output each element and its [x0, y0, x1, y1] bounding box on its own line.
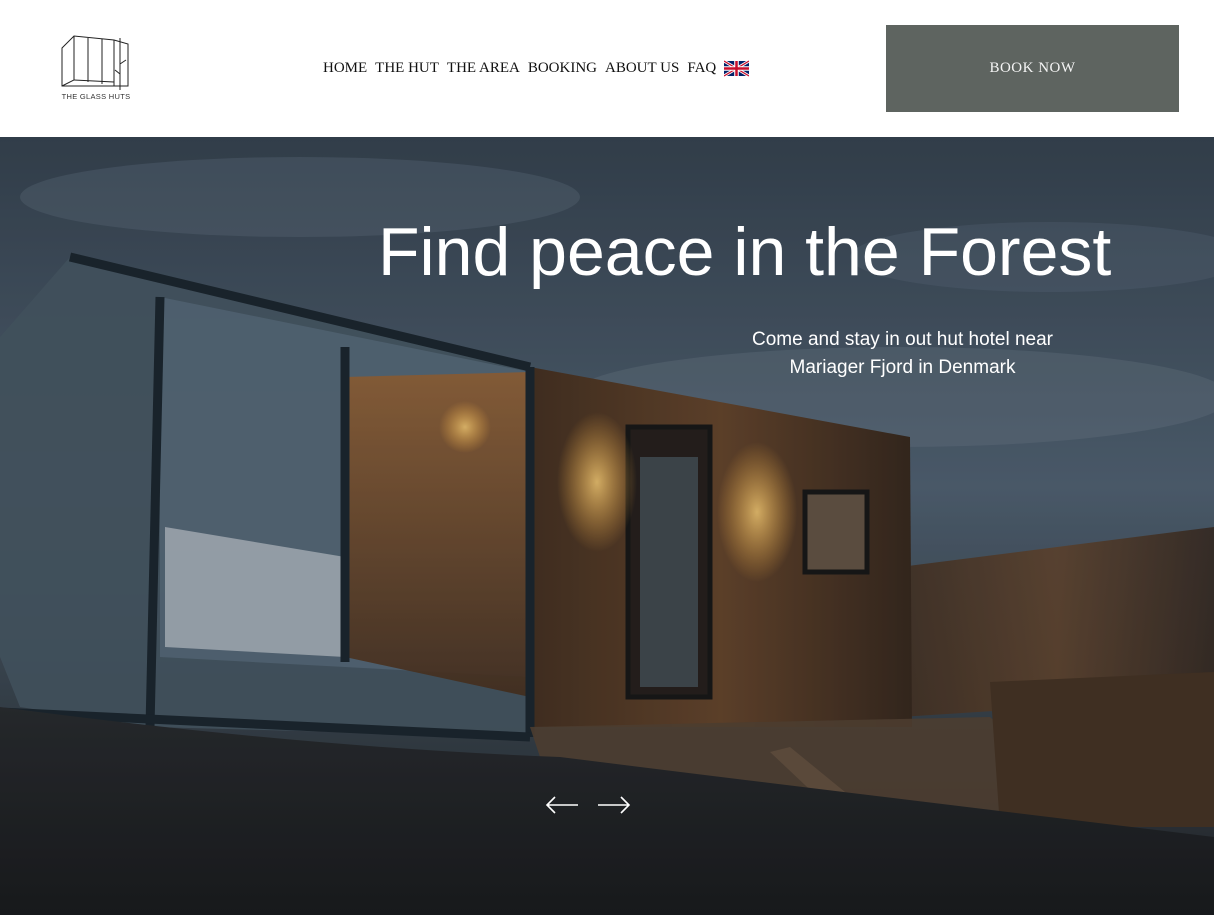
book-now-button[interactable]: BOOK NOW: [886, 25, 1179, 112]
site-header: THE GLASS HUTS HOME THE HUT THE AREA BOO…: [0, 0, 1214, 137]
nav-the-area[interactable]: THE AREA: [447, 60, 520, 77]
hero-title: Find peace in the Forest: [378, 214, 1112, 290]
hero-subtitle: Come and stay in out hut hotel near Mari…: [730, 326, 1075, 382]
logo[interactable]: THE GLASS HUTS: [58, 34, 134, 104]
nav-home[interactable]: HOME: [323, 60, 367, 77]
nav-the-hut[interactable]: THE HUT: [375, 60, 439, 77]
hero-subtitle-line-2: Mariager Fjord in Denmark: [789, 357, 1016, 378]
uk-flag-icon[interactable]: [724, 59, 750, 77]
main-nav: HOME THE HUT THE AREA BOOKING ABOUT US F…: [323, 56, 750, 80]
hero-subtitle-line-1: Come and stay in out hut hotel near: [751, 329, 1054, 350]
glass-hut-logo-icon: [61, 35, 129, 90]
logo-text: THE GLASS HUTS: [61, 92, 131, 101]
nav-booking[interactable]: BOOKING: [528, 60, 597, 77]
nav-about-us[interactable]: ABOUT US: [605, 60, 679, 77]
nav-faq[interactable]: FAQ: [687, 60, 716, 77]
book-now-label: BOOK NOW: [989, 60, 1076, 76]
arrow-left-icon[interactable]: [544, 794, 580, 816]
arrow-right-icon[interactable]: [596, 794, 632, 816]
